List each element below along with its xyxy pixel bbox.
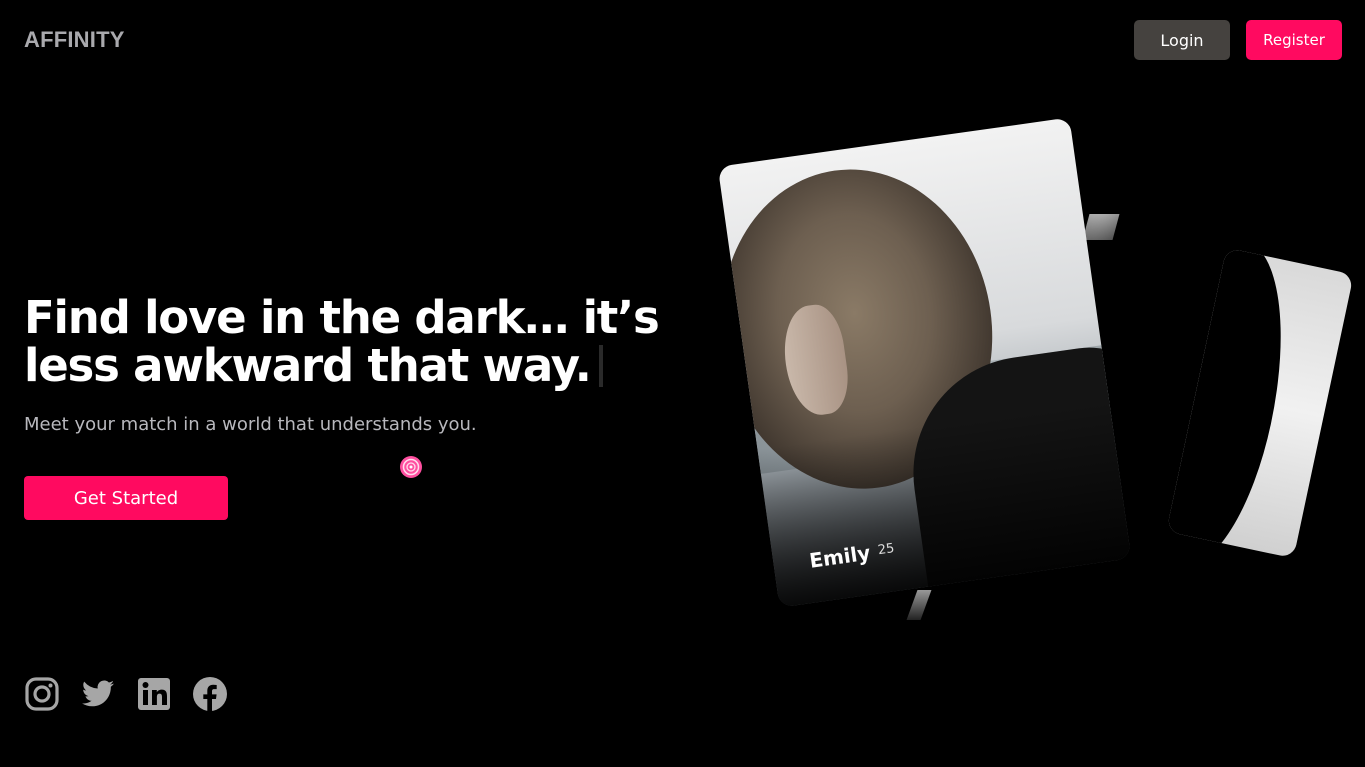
get-started-button[interactable]: Get Started (24, 476, 228, 520)
cursor-target-icon (400, 456, 422, 478)
profile-card-back[interactable] (1166, 247, 1354, 559)
brand-logo[interactable]: AFFINITY (24, 27, 125, 53)
decorative-shard (906, 590, 932, 620)
hero-headline-line1: Find love in the dark… it’s (24, 291, 660, 344)
facebook-icon[interactable] (192, 676, 228, 712)
hero-headline-line2-text: less awkward that way. (24, 339, 592, 392)
typing-caret (598, 345, 603, 387)
instagram-icon[interactable] (24, 676, 60, 712)
register-button[interactable]: Register (1246, 20, 1342, 60)
hero-headline-line2: less awkward that way. (24, 342, 659, 390)
login-button[interactable]: Login (1134, 20, 1230, 60)
profile-age: 25 (876, 541, 896, 559)
twitter-icon[interactable] (80, 676, 116, 712)
silhouette-image (1166, 247, 1307, 559)
hero-subheading: Meet your match in a world that understa… (24, 414, 477, 435)
linkedin-icon[interactable] (136, 676, 172, 712)
profile-card[interactable]: Emily 25 (717, 117, 1132, 608)
decorative-shard (1082, 214, 1120, 240)
hero-headline: Find love in the dark… it’s less awkward… (24, 291, 660, 390)
